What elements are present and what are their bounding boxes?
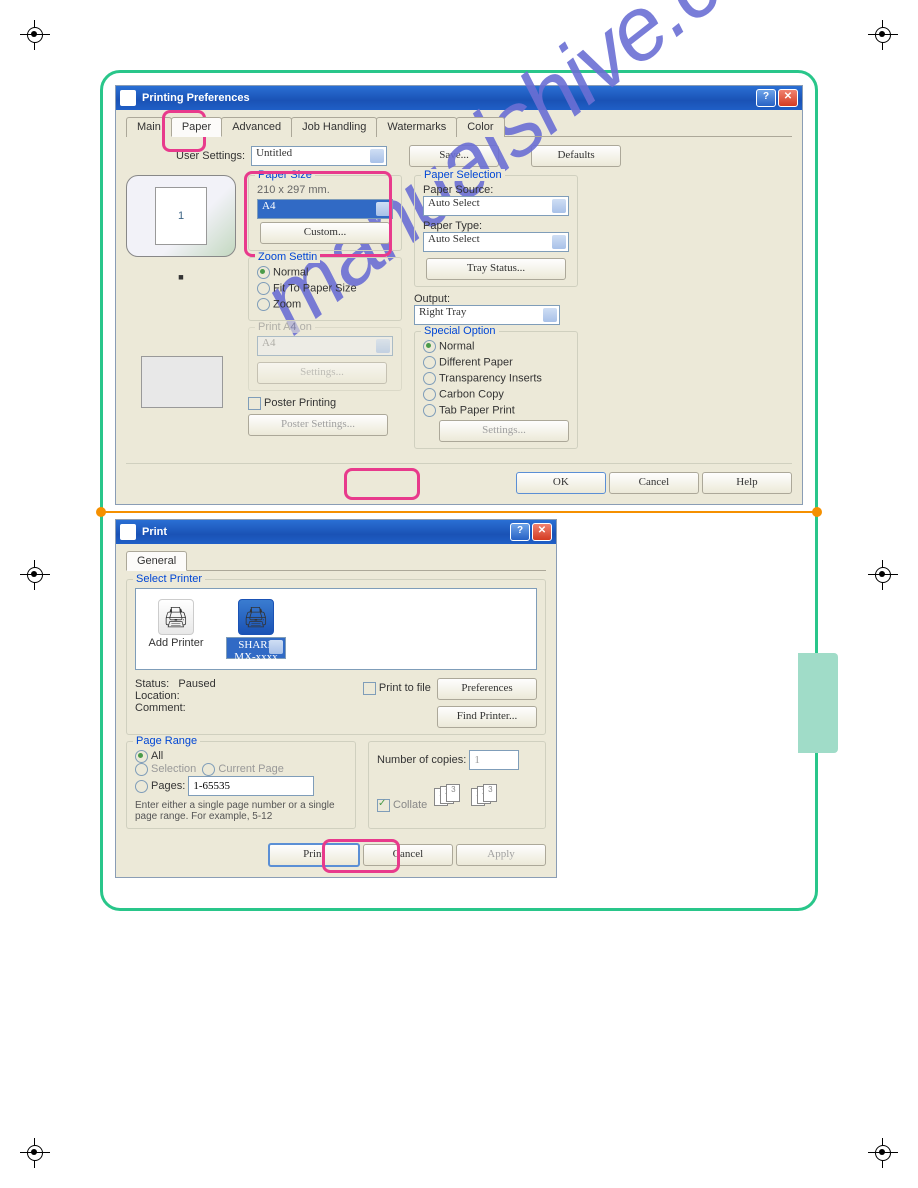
printer-icon: 🖨 bbox=[120, 90, 136, 106]
zoom-fieldset: Zoom Settin Normal Fit To Paper Size Zoo… bbox=[248, 257, 402, 321]
copies-fieldset: Number of copies: Collate 123 123 bbox=[368, 741, 546, 829]
cancel-button[interactable]: Cancel bbox=[363, 844, 453, 866]
help-button-bottom[interactable]: Help bbox=[702, 472, 792, 494]
add-printer-item[interactable]: 🖨 Add Printer bbox=[146, 599, 206, 659]
collate-icon: 123 bbox=[471, 784, 501, 808]
tab-color[interactable]: Color bbox=[456, 117, 504, 137]
status-value: Paused bbox=[178, 678, 215, 690]
close-button[interactable]: ✕ bbox=[532, 523, 552, 541]
location-label: Location: bbox=[135, 690, 216, 702]
printer-item-sharp[interactable]: 🖨 SHARP MX-xxxx bbox=[226, 599, 286, 659]
tab-watermarks[interactable]: Watermarks bbox=[376, 117, 457, 137]
titlebar-print: 🖨 Print ? ✕ bbox=[116, 520, 556, 544]
defaults-button[interactable]: Defaults bbox=[531, 145, 621, 167]
paper-type-select[interactable]: Auto Select bbox=[423, 232, 569, 252]
collate-check: Collate bbox=[377, 799, 427, 811]
poster-settings-button: Poster Settings... bbox=[248, 414, 388, 436]
output-label: Output: bbox=[414, 293, 578, 305]
range-pages[interactable]: Pages: bbox=[135, 780, 185, 792]
tab-general[interactable]: General bbox=[126, 551, 187, 571]
paper-type-label: Paper Type: bbox=[423, 220, 569, 232]
apply-button: Apply bbox=[456, 844, 546, 866]
copies-input[interactable] bbox=[469, 750, 519, 770]
print-on-settings-button: Settings... bbox=[257, 362, 387, 384]
tab-paper[interactable]: Paper bbox=[171, 117, 222, 137]
paper-dims: 210 x 297 mm. bbox=[257, 184, 393, 196]
special-normal[interactable]: Normal bbox=[423, 340, 569, 353]
print-window: 🖨 Print ? ✕ General Select Printer 🖨 Add… bbox=[115, 519, 557, 878]
tab-main[interactable]: Main bbox=[126, 117, 172, 137]
print-on-fieldset: Print A4 on A4 Settings... bbox=[248, 327, 402, 391]
zoom-fit[interactable]: Fit To Paper Size bbox=[257, 282, 393, 295]
help-button[interactable]: ? bbox=[510, 523, 530, 541]
range-all[interactable]: All bbox=[135, 750, 163, 762]
print-to-file-check[interactable]: Print to file bbox=[363, 682, 431, 694]
pages-hint: Enter either a single page number or a s… bbox=[135, 800, 347, 822]
zoom-zoom[interactable]: Zoom bbox=[257, 298, 393, 311]
comment-label: Comment: bbox=[135, 702, 216, 714]
window-title: Print bbox=[142, 526, 167, 538]
pages-input[interactable] bbox=[188, 776, 314, 796]
paper-size-fieldset: Paper Size 210 x 297 mm. A4 Custom... bbox=[248, 175, 402, 251]
user-settings-label: User Settings: bbox=[176, 150, 245, 162]
special-different[interactable]: Different Paper bbox=[423, 356, 569, 369]
titlebar: 🖨 Printing Preferences ? ✕ bbox=[116, 86, 802, 110]
tabs: Main Paper Advanced Job Handling Waterma… bbox=[126, 116, 792, 137]
tray-status-button[interactable]: Tray Status... bbox=[426, 258, 566, 280]
paper-source-label: Paper Source: bbox=[423, 184, 569, 196]
collate-icon: 123 bbox=[434, 784, 464, 808]
custom-button[interactable]: Custom... bbox=[260, 222, 390, 244]
ok-button[interactable]: OK bbox=[516, 472, 606, 494]
tab-advanced[interactable]: Advanced bbox=[221, 117, 292, 137]
document-frame: manualshive.com 🖨 Printing Preferences ?… bbox=[100, 70, 818, 911]
printing-preferences-window: 🖨 Printing Preferences ? ✕ Main Paper Ad… bbox=[115, 85, 803, 505]
paper-source-select[interactable]: Auto Select bbox=[423, 196, 569, 216]
preview-pane: 1 ▪ bbox=[126, 175, 236, 455]
copies-label: Number of copies: bbox=[377, 754, 466, 766]
cancel-button[interactable]: Cancel bbox=[609, 472, 699, 494]
window-title: Printing Preferences bbox=[142, 92, 250, 104]
orange-divider bbox=[100, 511, 818, 513]
preview-page-num: 1 bbox=[155, 187, 207, 245]
zoom-normal[interactable]: Normal bbox=[257, 266, 393, 279]
side-tab bbox=[798, 653, 838, 753]
tab-job-handling[interactable]: Job Handling bbox=[291, 117, 377, 137]
range-selection: Selection bbox=[135, 763, 196, 775]
poster-printing-check[interactable]: Poster Printing bbox=[248, 397, 336, 409]
print-on-select: A4 bbox=[257, 336, 393, 356]
save-button[interactable]: Save... bbox=[409, 145, 499, 167]
special-carbon[interactable]: Carbon Copy bbox=[423, 388, 569, 401]
paper-selection-fieldset: Paper Selection Paper Source: Auto Selec… bbox=[414, 175, 578, 287]
print-button[interactable]: Print bbox=[268, 843, 360, 867]
special-option-fieldset: Special Option Normal Different Paper Tr… bbox=[414, 331, 578, 449]
find-printer-button[interactable]: Find Printer... bbox=[437, 706, 537, 728]
highlight-ok bbox=[344, 468, 420, 500]
special-settings-button: Settings... bbox=[439, 420, 569, 442]
help-button[interactable]: ? bbox=[756, 89, 776, 107]
special-transparency[interactable]: Transparency Inserts bbox=[423, 372, 569, 385]
close-button[interactable]: ✕ bbox=[778, 89, 798, 107]
output-select[interactable]: Right Tray bbox=[414, 305, 560, 325]
select-printer-fieldset: Select Printer 🖨 Add Printer 🖨 SHARP MX-… bbox=[126, 579, 546, 735]
user-settings-select[interactable]: Untitled bbox=[251, 146, 387, 166]
status-label: Status: bbox=[135, 678, 169, 690]
special-tabpaper[interactable]: Tab Paper Print bbox=[423, 404, 569, 417]
paper-size-select[interactable]: A4 bbox=[257, 199, 393, 219]
page-range-fieldset: Page Range All Selection Current Page Pa… bbox=[126, 741, 356, 829]
printer-illustration bbox=[141, 308, 221, 408]
range-current: Current Page bbox=[202, 763, 283, 775]
printer-icon: 🖨 bbox=[120, 524, 136, 540]
preferences-button[interactable]: Preferences bbox=[437, 678, 537, 700]
